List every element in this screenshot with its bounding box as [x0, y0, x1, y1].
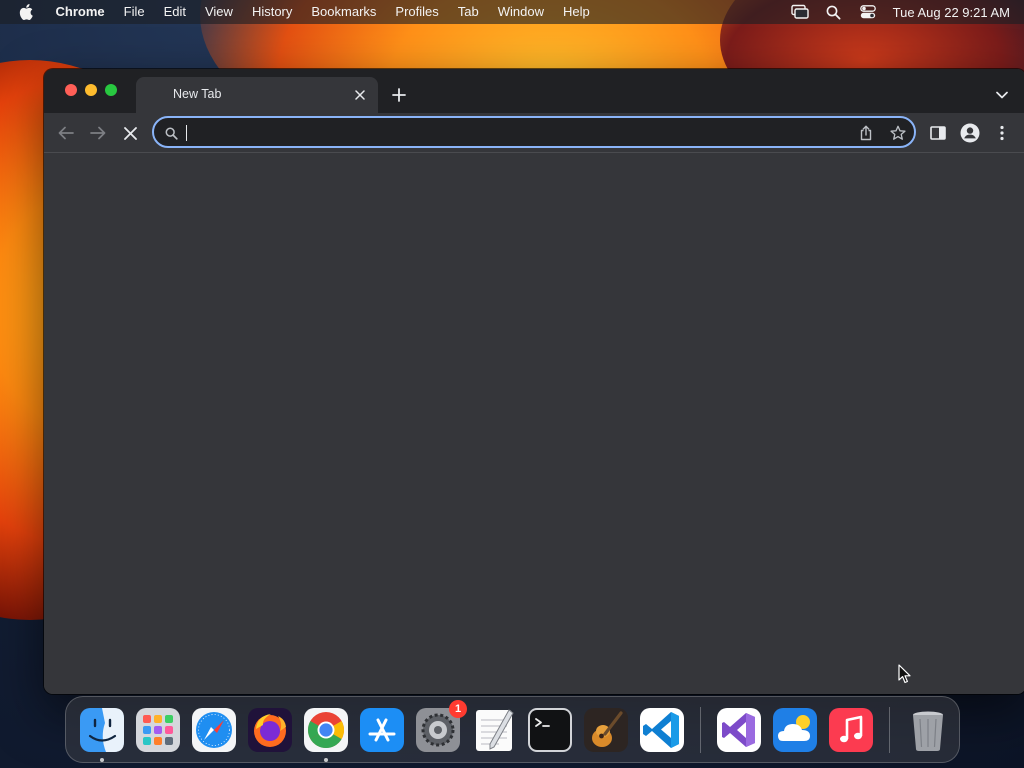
text-caret	[186, 125, 187, 141]
menu-edit[interactable]: Edit	[154, 0, 195, 24]
cloud-icon[interactable]	[772, 707, 818, 753]
dock: 1	[65, 696, 960, 763]
apple-logo-icon[interactable]	[12, 4, 40, 20]
menu-profiles[interactable]: Profiles	[386, 0, 448, 24]
menu-bar-clock[interactable]: Tue Aug 22 9:21 AM	[893, 5, 1010, 20]
window-zoom-button[interactable]	[105, 84, 117, 96]
garageband-icon[interactable]	[583, 707, 629, 753]
side-panel-icon[interactable]	[924, 119, 952, 147]
share-icon[interactable]	[856, 123, 876, 143]
trash-icon[interactable]	[905, 707, 951, 753]
star-icon[interactable]	[888, 123, 908, 143]
launchpad-icon[interactable]	[135, 707, 181, 753]
window-close-button[interactable]	[65, 84, 77, 96]
tab-title: New Tab	[173, 87, 222, 101]
plus-icon[interactable]	[387, 83, 411, 107]
menu-window[interactable]: Window	[488, 0, 553, 24]
control-center-icon[interactable]	[851, 0, 885, 24]
music-icon[interactable]	[828, 707, 874, 753]
system-settings-icon[interactable]: 1	[415, 699, 467, 753]
menu-view[interactable]: View	[195, 0, 242, 24]
terminal-icon[interactable]	[527, 707, 573, 753]
visual-studio-icon[interactable]	[716, 707, 762, 753]
textedit-icon[interactable]	[471, 707, 517, 753]
menu-tab[interactable]: Tab	[448, 0, 488, 24]
running-indicator	[100, 757, 104, 762]
chevron-down-icon[interactable]	[990, 83, 1014, 107]
tab-new-tab[interactable]: New Tab	[136, 77, 378, 113]
address-bar[interactable]	[152, 116, 916, 148]
menu-history[interactable]: History	[242, 0, 301, 24]
screen-mirroring-icon[interactable]	[783, 0, 817, 24]
window-minimize-button[interactable]	[85, 84, 97, 96]
tab-strip: New Tab	[44, 69, 1024, 113]
menu-file[interactable]: File	[114, 0, 154, 24]
finder-icon[interactable]	[79, 707, 125, 762]
kebab-menu-icon[interactable]	[988, 119, 1016, 147]
safari-icon[interactable]	[191, 707, 237, 753]
mouse-cursor-icon	[898, 664, 912, 684]
notification-badge: 1	[449, 699, 467, 718]
spotlight-search-icon[interactable]	[817, 0, 851, 24]
profile-icon[interactable]	[956, 119, 984, 147]
app-store-icon[interactable]	[359, 707, 405, 753]
menu-bar: Chrome File Edit View History Bookmarks …	[0, 0, 1024, 24]
menu-app-name[interactable]: Chrome	[46, 0, 114, 24]
vscode-icon[interactable]	[639, 707, 685, 753]
close-icon[interactable]	[350, 85, 370, 105]
menu-help[interactable]: Help	[554, 0, 600, 24]
browser-toolbar	[44, 113, 1024, 153]
firefox-icon[interactable]	[247, 707, 293, 753]
running-indicator	[324, 757, 328, 762]
dock-separator	[700, 706, 701, 753]
menu-bar-status-area: Tue Aug 22 9:21 AM	[783, 0, 1024, 24]
search-icon	[163, 125, 179, 141]
address-input[interactable]	[186, 122, 836, 142]
forward-arrow-icon[interactable]	[84, 119, 112, 147]
page-content[interactable]	[44, 154, 1024, 694]
browser-window: New Tab	[44, 69, 1024, 694]
stop-loading-icon[interactable]	[116, 119, 144, 147]
back-arrow-icon[interactable]	[52, 119, 80, 147]
dock-separator	[889, 706, 890, 753]
menu-bookmarks[interactable]: Bookmarks	[302, 0, 386, 24]
chrome-icon[interactable]	[303, 707, 349, 762]
